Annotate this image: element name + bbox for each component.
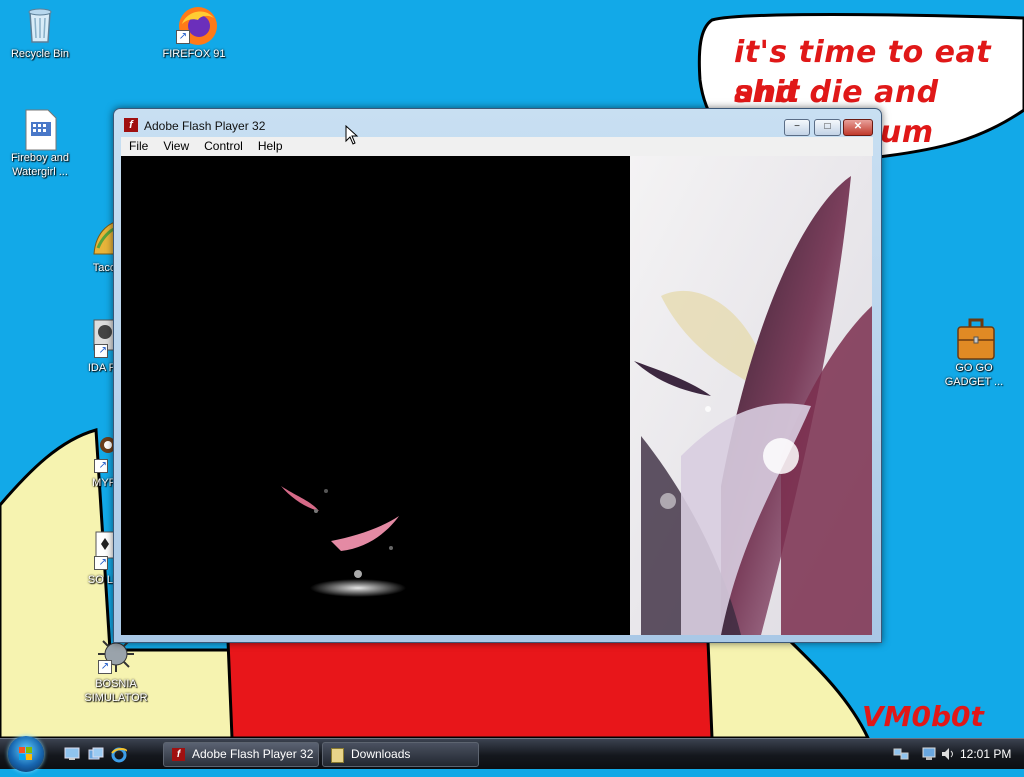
menu-file[interactable]: File [121,137,155,153]
desktop: it's time to eat shit and die and chew u… [0,0,1024,738]
folder-icon [331,748,344,763]
menu-bar: File View Control Help [121,137,873,156]
desktop-icon-bosnia-simulator[interactable]: ↗ BOSNIA SIMULATOR [76,634,156,705]
shortcut-arrow-icon: ↗ [98,660,112,674]
firefox-icon: ↗ [174,4,217,45]
wallpaper-body-red [226,639,718,738]
window-titlebar[interactable]: f Adobe Flash Player 32 − □ ✕ [114,109,881,139]
flash-player-icon: f [124,118,138,132]
shortcut-arrow-icon: ↗ [94,344,108,358]
internet-explorer-icon[interactable] [111,747,127,763]
taskbar-clock[interactable]: 12:01 PM [960,747,1011,761]
network-icon[interactable] [893,747,909,761]
wallpaper-signature: VM0b0t [862,700,984,733]
minimize-button[interactable]: − [784,119,810,136]
desktop-icon-label: BOSNIA SIMULATOR [84,678,148,704]
flash-player-window[interactable]: f Adobe Flash Player 32 − □ ✕ File View Co… [113,108,882,643]
desktop-icon-label: FIREFOX 91 [162,48,226,60]
briefcase-icon [954,318,995,360]
flash-content-area[interactable] [121,156,872,635]
taskbar-button-label: Downloads [351,747,411,761]
desktop-icon-ida[interactable]: ↗ IDA P [72,318,117,375]
maximize-button[interactable]: □ [814,119,841,136]
desktop-icon-label: Recycle Bin [10,48,70,60]
desktop-icon-label: IDA P [87,362,116,374]
shortcut-arrow-icon: ↗ [94,556,108,570]
taskbar: f Adobe Flash Player 32 Downloads 12:01 … [0,736,1024,772]
desktop-icon-label: GO GO GADGET ... [944,362,1004,388]
desktop-icon-taco[interactable]: Taco [72,218,117,275]
taskbar-button-downloads[interactable]: Downloads [322,742,479,767]
taskbar-button-label: Adobe Flash Player 32 [192,747,314,761]
start-button[interactable] [8,736,44,772]
flash-player-icon: f [172,748,185,761]
close-button[interactable]: ✕ [843,119,873,136]
show-desktop-icon[interactable] [64,747,80,761]
taskbar-button-flash-player[interactable]: f Adobe Flash Player 32 [163,742,319,767]
speech-line-3: um [880,115,934,150]
desktop-icon-fireboy[interactable]: Fireboy and Watergirl ... [0,108,80,179]
menu-view[interactable]: View [155,137,196,153]
window-title: Adobe Flash Player 32 [144,119,266,133]
volume-icon[interactable] [940,747,954,761]
desktop-icon-so-li[interactable]: ↗ SO LI [72,530,116,587]
shortcut-arrow-icon: ↗ [176,30,190,44]
flash-animation [281,156,872,635]
switch-windows-icon[interactable] [88,747,104,761]
shortcut-arrow-icon: ↗ [94,459,108,473]
desktop-icon-go-go-gadget[interactable]: GO GO GADGET ... [934,318,1014,389]
desktop-icon-label: Fireboy and Watergirl ... [10,152,70,178]
desktop-icon-recycle-bin[interactable]: Recycle Bin [0,4,80,61]
recycle-bin-icon [20,4,60,44]
desktop-icon-label: SO LI [87,574,116,586]
network-status-icon[interactable] [922,747,936,761]
desktop-icon-firefox[interactable]: ↗ FIREFOX 91 [154,4,234,61]
mouse-cursor-icon [345,125,359,145]
document-icon [20,108,60,151]
wallpaper-figure-right [706,639,870,738]
menu-control[interactable]: Control [196,137,250,153]
menu-help[interactable]: Help [250,137,290,153]
desktop-icon-myp[interactable]: ↗ MYP [72,433,116,490]
windows-logo-icon [19,747,32,760]
